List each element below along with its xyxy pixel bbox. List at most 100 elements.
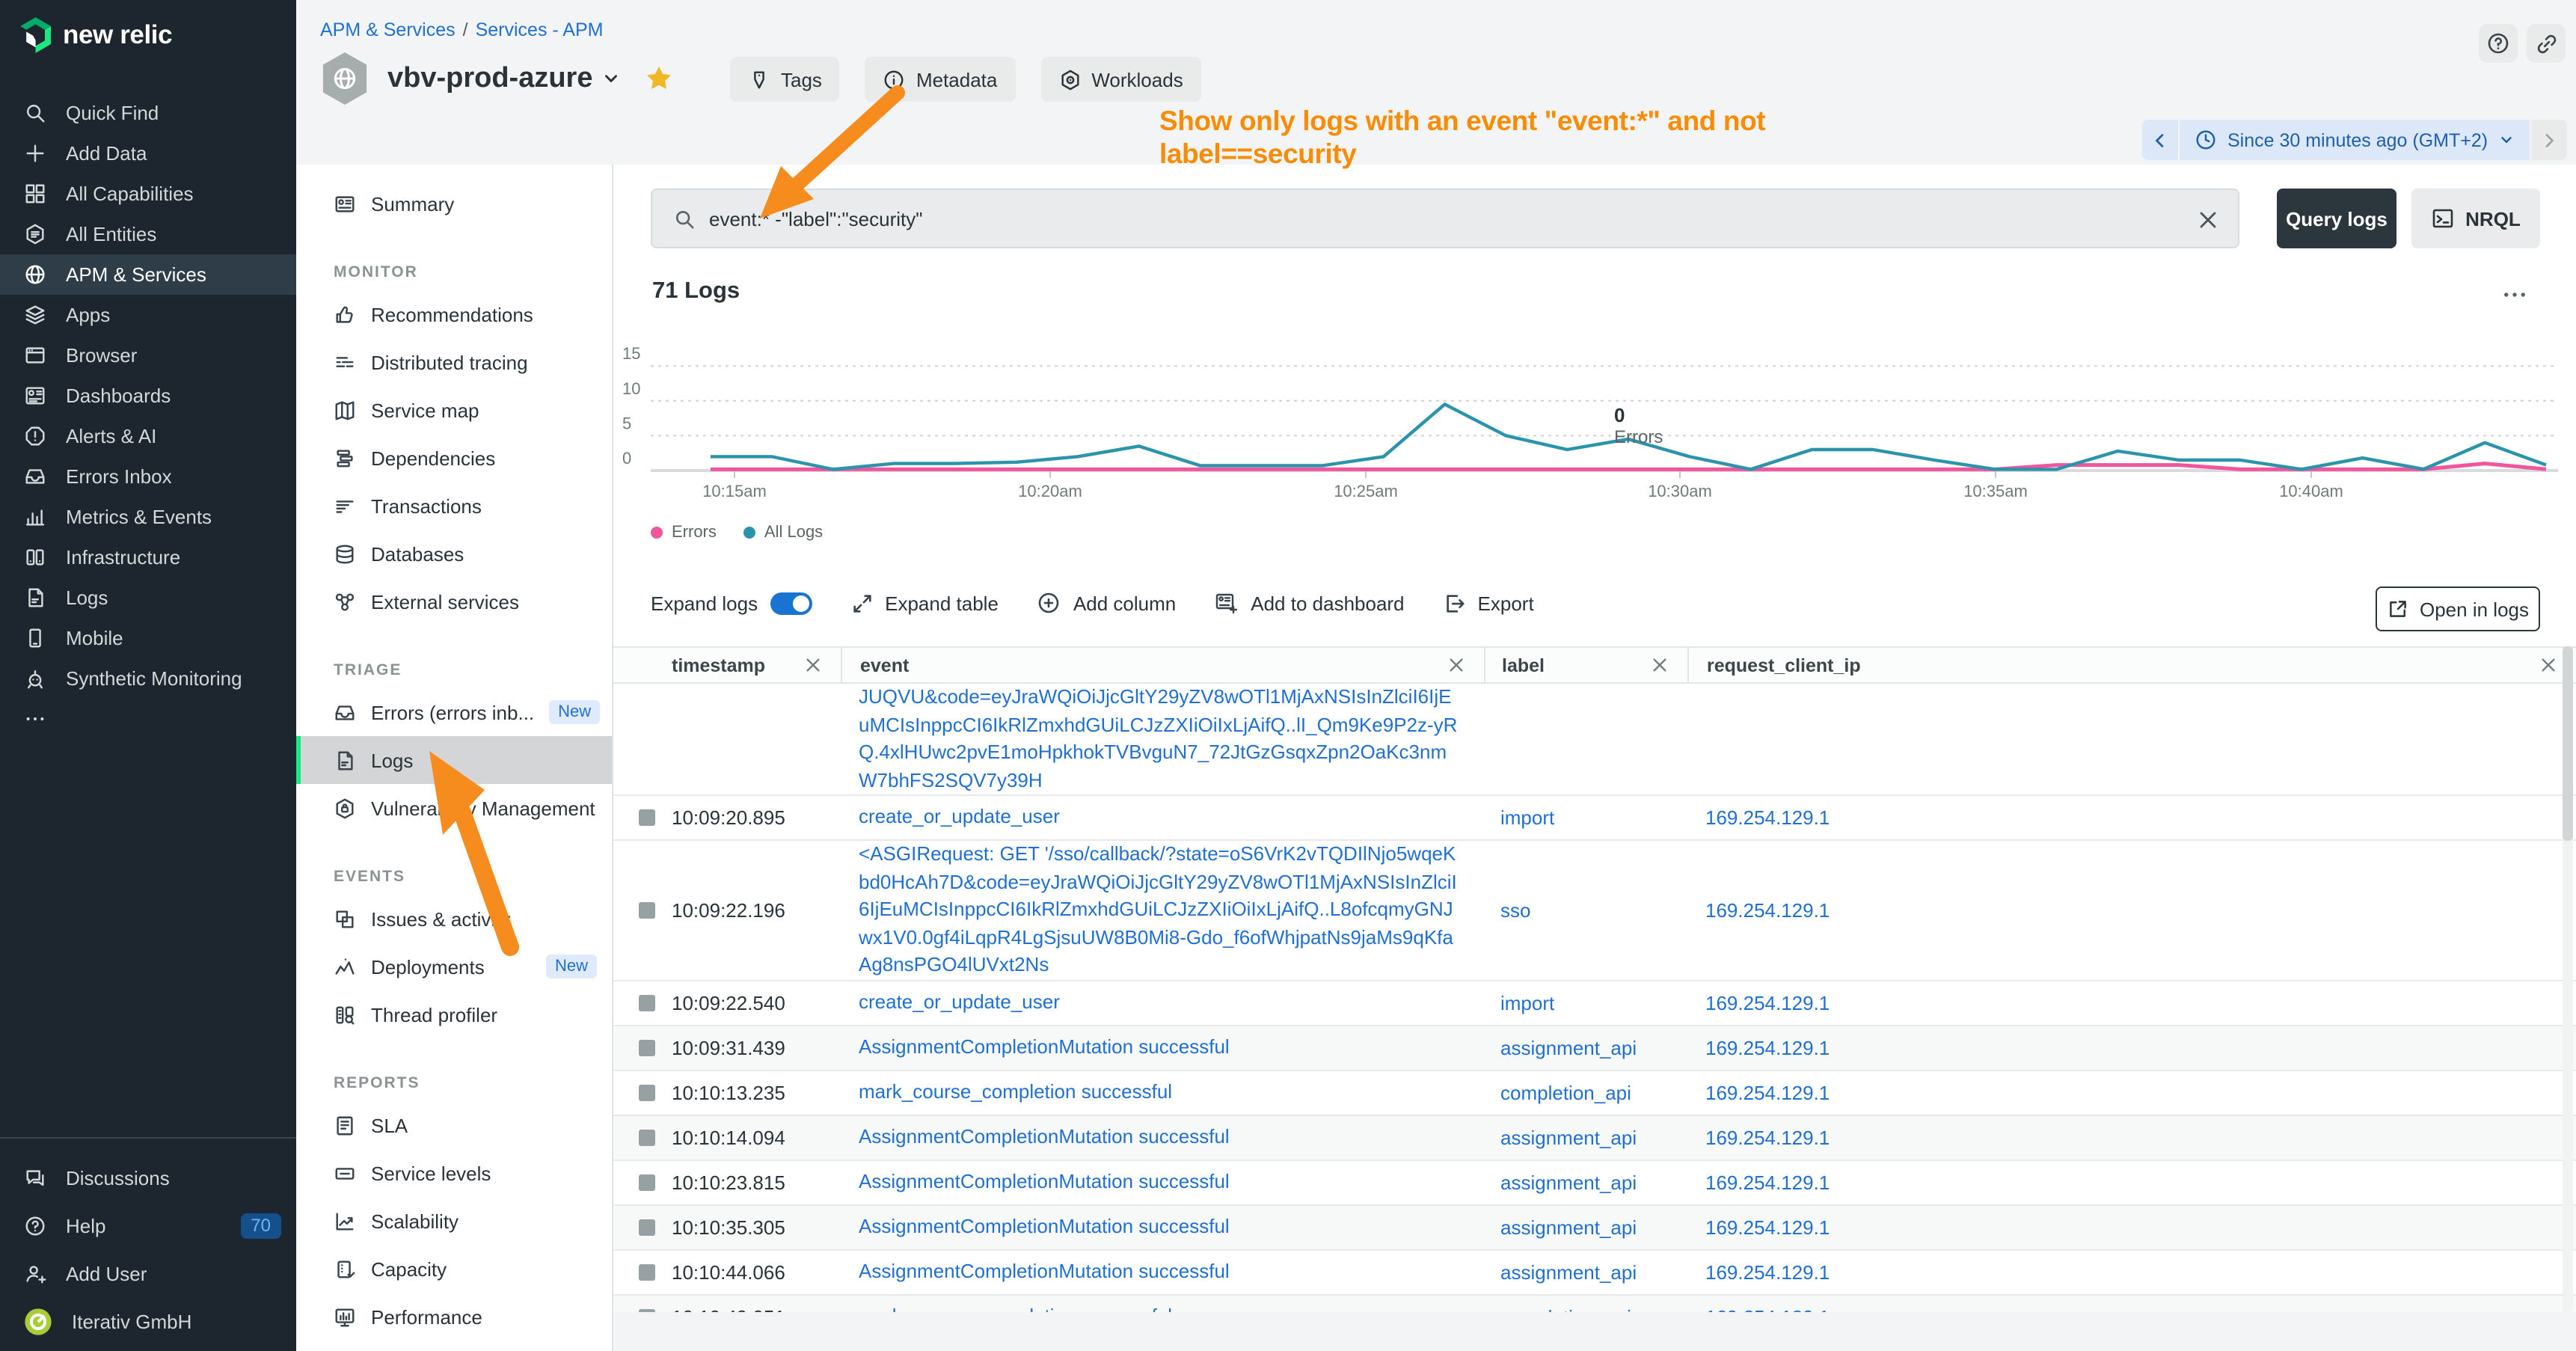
label-link[interactable]: assignment_api xyxy=(1500,1216,1637,1238)
sidebar-item-metrics-events[interactable]: Metrics & Events xyxy=(0,497,296,537)
time-back-button[interactable] xyxy=(2142,120,2178,160)
close-icon[interactable] xyxy=(1650,655,1669,675)
export-button[interactable]: Export xyxy=(1444,592,1534,614)
tags-button[interactable]: Tags xyxy=(730,57,840,102)
event-link[interactable]: AssignmentCompletionMutation successful xyxy=(859,1170,1230,1192)
sidebar-item-quick-find[interactable]: Quick Find xyxy=(0,93,296,133)
legend-all-logs[interactable]: All Logs xyxy=(743,524,823,542)
subnav-item-performance[interactable]: Performance xyxy=(296,1293,612,1341)
subnav-item-dependencies[interactable]: Dependencies xyxy=(296,434,612,482)
ip-link[interactable]: 169.254.129.1 xyxy=(1705,1126,1830,1148)
column-header-event[interactable]: event xyxy=(841,648,1484,682)
subnav-item-databases[interactable]: Databases xyxy=(296,530,612,578)
permalink-button[interactable] xyxy=(2527,24,2566,63)
search-input[interactable]: event:* -"label":"security" xyxy=(709,207,923,230)
ip-link[interactable]: 169.254.129.1 xyxy=(1705,1081,1830,1103)
sidebar-item-discussions[interactable]: Discussions xyxy=(0,1154,296,1201)
sidebar-item-add-data[interactable]: Add Data xyxy=(0,133,296,174)
workloads-button[interactable]: Workloads xyxy=(1040,57,1200,102)
subnav-item-vulnerability-management[interactable]: Vulnerability Management xyxy=(296,784,612,832)
sidebar-item-alerts-ai[interactable]: Alerts & AI xyxy=(0,416,296,456)
ip-link[interactable]: 169.254.129.1 xyxy=(1705,1036,1830,1059)
sidebar-item-more[interactable] xyxy=(0,699,296,739)
favorite-star-icon[interactable] xyxy=(645,64,674,93)
subnav-item-external-services[interactable]: External services xyxy=(296,578,612,625)
label-link[interactable]: assignment_api xyxy=(1500,1171,1637,1193)
event-link[interactable]: JUQVU&code=eyJraWQiOiJjcGltY29yZV8wOTl1M… xyxy=(859,685,1457,791)
table-scrollbar[interactable] xyxy=(2563,646,2573,1312)
label-link[interactable]: assignment_api xyxy=(1500,1036,1637,1059)
sidebar-item-synthetic-monitoring[interactable]: Synthetic Monitoring xyxy=(0,658,296,699)
sidebar-item-mobile[interactable]: Mobile xyxy=(0,618,296,658)
new-relic-logo[interactable]: new relic xyxy=(19,16,172,54)
sidebar-item-add-user[interactable]: Add User xyxy=(0,1249,296,1297)
sidebar-item-apps[interactable]: Apps xyxy=(0,295,296,335)
subnav-item-recommendations[interactable]: Recommendations xyxy=(296,290,612,338)
label-link[interactable]: assignment_api xyxy=(1500,1260,1637,1283)
subnav-item-service-map[interactable]: Service map xyxy=(296,386,612,434)
table-scrollbar-thumb[interactable] xyxy=(2563,646,2573,841)
close-icon[interactable] xyxy=(803,655,823,675)
subnav-item-scalability[interactable]: Scalability xyxy=(296,1197,612,1245)
event-link[interactable]: AssignmentCompletionMutation successful xyxy=(859,1125,1230,1148)
column-header-request-client-ip[interactable]: request_client_ip xyxy=(1687,648,2576,682)
event-link[interactable]: AssignmentCompletionMutation successful xyxy=(859,1035,1230,1058)
event-link[interactable]: create_or_update_user xyxy=(859,806,1060,828)
subnav-item-logs[interactable]: Logs xyxy=(296,736,612,784)
metadata-button[interactable]: Metadata xyxy=(865,57,1015,102)
clear-query-icon[interactable] xyxy=(2196,208,2220,232)
event-link[interactable]: create_or_update_user xyxy=(859,990,1060,1013)
close-icon[interactable] xyxy=(2539,655,2558,675)
legend-errors[interactable]: Errors xyxy=(651,524,717,542)
ip-link[interactable]: 169.254.129.1 xyxy=(1705,1216,1830,1238)
event-link[interactable]: AssignmentCompletionMutation successful xyxy=(859,1260,1230,1282)
subnav-item-distributed-tracing[interactable]: Distributed tracing xyxy=(296,338,612,386)
help-button[interactable] xyxy=(2479,24,2518,63)
sidebar-item-dashboards[interactable]: Dashboards xyxy=(0,376,296,416)
event-link[interactable]: AssignmentCompletionMutation successful xyxy=(859,1215,1230,1237)
subnav-item-transactions[interactable]: Transactions xyxy=(296,482,612,530)
expand-table-button[interactable]: Expand table xyxy=(850,592,999,614)
column-header-label[interactable]: label xyxy=(1484,648,1687,682)
add-to-dashboard-button[interactable]: Add to dashboard xyxy=(1215,591,1404,615)
subnav-item-errors-errors-inb-[interactable]: Errors (errors inb...New xyxy=(296,688,612,736)
sidebar-item-browser[interactable]: Browser xyxy=(0,335,296,376)
ip-link[interactable]: 169.254.129.1 xyxy=(1705,899,1830,922)
ip-link[interactable]: 169.254.129.1 xyxy=(1705,806,1830,829)
label-link[interactable]: sso xyxy=(1500,899,1530,922)
subnav-item-deployments[interactable]: DeploymentsNew xyxy=(296,943,612,990)
label-link[interactable]: completion_api xyxy=(1500,1081,1631,1103)
ip-link[interactable]: 169.254.129.1 xyxy=(1705,1260,1830,1283)
ip-link[interactable]: 169.254.129.1 xyxy=(1705,991,1830,1014)
query-logs-button[interactable]: Query logs xyxy=(2277,189,2396,248)
event-link[interactable]: <ASGIRequest: GET '/sso/callback/?state=… xyxy=(859,842,1457,975)
sidebar-item-help[interactable]: Help70 xyxy=(0,1201,296,1249)
subnav-item-summary[interactable]: Summary xyxy=(296,180,612,227)
sidebar-item-iterativ-gmbh[interactable]: Iterativ GmbH xyxy=(0,1297,296,1345)
label-link[interactable]: import xyxy=(1500,991,1554,1014)
time-forward-button[interactable] xyxy=(2531,120,2567,160)
label-link[interactable]: import xyxy=(1500,806,1554,829)
subnav-item-sla[interactable]: SLA xyxy=(296,1101,612,1149)
sidebar-item-all-entities[interactable]: All Entities xyxy=(0,214,296,254)
add-column-button[interactable]: Add column xyxy=(1037,591,1176,615)
nrql-button[interactable]: NRQL xyxy=(2411,189,2540,248)
column-header-timestamp[interactable]: timestamp xyxy=(613,648,841,682)
log-query-bar[interactable]: event:* -"label":"security" xyxy=(651,189,2239,248)
event-link[interactable]: mark_course_completion successful xyxy=(859,1080,1172,1103)
sidebar-item-errors-inbox[interactable]: Errors Inbox xyxy=(0,456,296,497)
subnav-item-service-levels[interactable]: Service levels xyxy=(296,1149,612,1197)
sidebar-item-infrastructure[interactable]: Infrastructure xyxy=(0,537,296,578)
breadcrumb-apm-services[interactable]: APM & Services xyxy=(320,19,456,40)
expand-logs-toggle[interactable] xyxy=(770,592,812,614)
ip-link[interactable]: 169.254.129.1 xyxy=(1705,1171,1830,1193)
more-menu-icon[interactable] xyxy=(2501,281,2528,308)
entity-chevron-down-icon[interactable] xyxy=(602,69,622,88)
subnav-item-capacity[interactable]: Capacity xyxy=(296,1245,612,1293)
open-in-logs-button[interactable]: Open in logs xyxy=(2376,586,2540,631)
sidebar-item-apm-services[interactable]: APM & Services xyxy=(0,254,296,295)
time-range-button[interactable]: Since 30 minutes ago (GMT+2) xyxy=(2180,120,2530,160)
sidebar-item-all-capabilities[interactable]: All Capabilities xyxy=(0,174,296,214)
label-link[interactable]: assignment_api xyxy=(1500,1126,1637,1148)
sidebar-item-logs[interactable]: Logs xyxy=(0,578,296,618)
